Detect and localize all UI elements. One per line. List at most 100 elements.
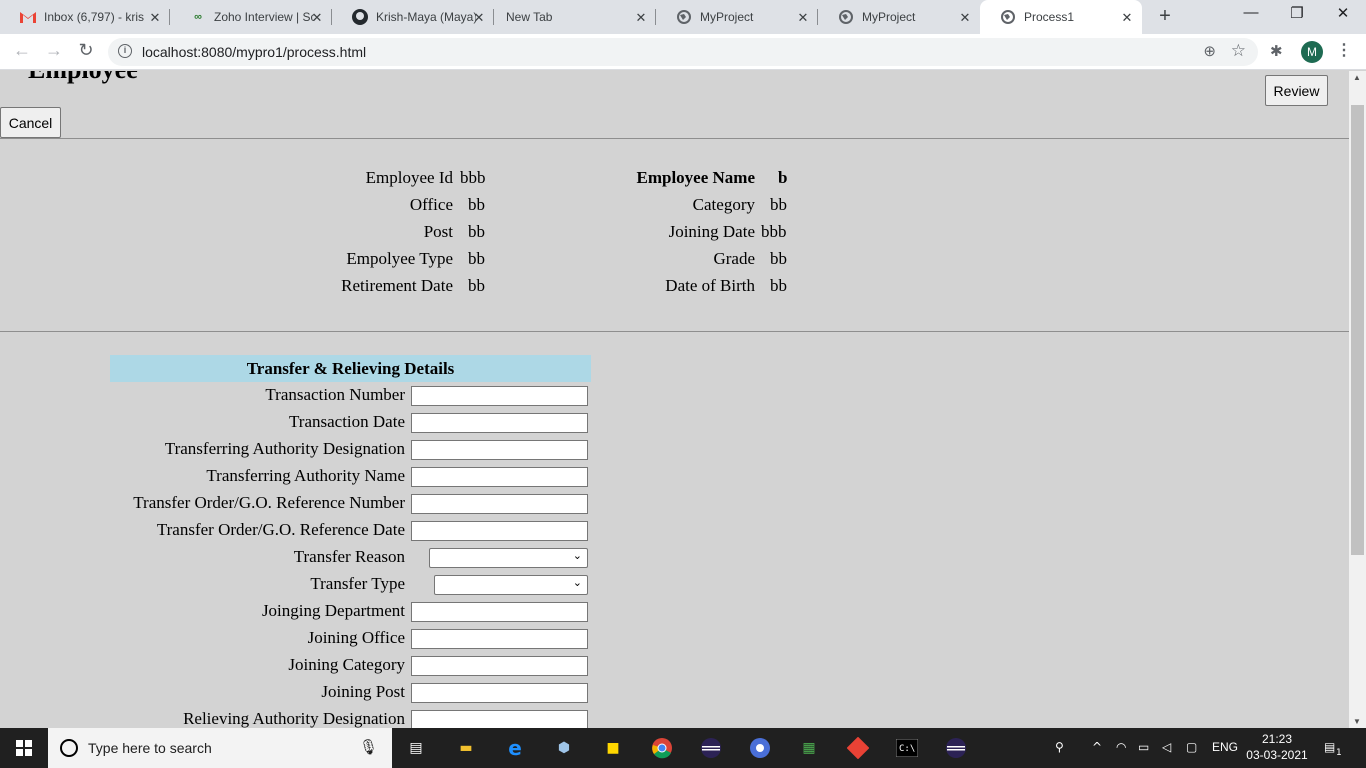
chevron-down-icon: ⌄	[572, 576, 582, 589]
employee-type-value: bb	[468, 249, 485, 268]
relieving-authority-designation-input[interactable]	[411, 710, 588, 728]
review-button[interactable]: Review	[1265, 75, 1328, 106]
page-scrollbar[interactable]: ▲ ▼	[1349, 71, 1366, 728]
transfer-order-reference-date-label: Transfer Order/G.O. Reference Date	[156, 520, 405, 539]
transfer-order-reference-number-input[interactable]	[411, 494, 588, 514]
battery-icon[interactable]: ▭	[1138, 740, 1149, 754]
bookmark-star-icon[interactable]: ☆	[1231, 41, 1246, 61]
transfer-order-reference-date-input[interactable]	[411, 521, 588, 541]
joining-category-label: Joining Category	[288, 655, 405, 674]
zoho-icon: ∞	[194, 11, 202, 23]
close-icon[interactable]: ✕	[148, 10, 162, 26]
scrollbar-thumb[interactable]	[1351, 105, 1364, 555]
chrome-icon[interactable]	[650, 736, 674, 760]
windows-start-icon[interactable]	[12, 736, 36, 760]
window-close-icon[interactable]: ✕	[1328, 4, 1358, 22]
close-icon[interactable]: ✕	[472, 10, 486, 26]
forward-icon[interactable]: →	[42, 40, 66, 61]
browser-tab-strip: Inbox (6,797) - kris ✕ ∞ Zoho Interview …	[0, 0, 1366, 34]
tab-title: Krish-Maya (Maya)	[376, 10, 476, 24]
language-indicator[interactable]: ENG	[1212, 740, 1238, 754]
close-icon[interactable]: ✕	[796, 10, 810, 26]
joining-office-input[interactable]	[411, 629, 588, 649]
transfer-reason-label: Transfer Reason	[293, 547, 405, 566]
menu-kebab-icon[interactable]: ⋮	[1336, 40, 1352, 60]
transfer-type-select[interactable]: ⌄	[434, 575, 588, 595]
search-placeholder: Type here to search	[88, 740, 212, 756]
divider-middle	[0, 331, 1349, 332]
scroll-down-icon[interactable]: ▼	[1353, 717, 1361, 726]
transaction-date-label: Transaction Date	[289, 412, 405, 431]
joining-department-label: Joinging Department	[261, 601, 405, 620]
joining-date-value: bbb	[761, 222, 787, 241]
tab-new-tab[interactable]: New Tab ✕	[494, 0, 656, 34]
cancel-button[interactable]: Cancel	[0, 107, 61, 138]
notification-device-icon[interactable]: ▢	[1186, 740, 1197, 754]
transaction-date-input[interactable]	[411, 413, 588, 433]
transferring-authority-name-input[interactable]	[411, 467, 588, 487]
close-icon[interactable]: ✕	[310, 10, 324, 26]
tab-myproject-2[interactable]: MyProject ✕	[818, 0, 980, 34]
show-hidden-icons-chevron[interactable]: ^	[1092, 740, 1102, 754]
date-of-birth-value: bb	[770, 276, 787, 295]
volume-icon[interactable]: ◁	[1162, 740, 1171, 754]
zoom-icon[interactable]: ⊕	[1203, 42, 1216, 60]
tab-zoho[interactable]: ∞ Zoho Interview | Sc ✕	[170, 0, 332, 34]
sticky-notes-icon[interactable]: ■	[601, 736, 625, 760]
address-bar[interactable]: i localhost:8080/mypro1/process.html ⊕ ☆	[108, 38, 1258, 66]
microphone-icon[interactable]: 🎙	[359, 738, 378, 756]
employee-name-value: b	[778, 168, 788, 187]
eclipse-icon[interactable]	[699, 736, 723, 760]
tab-title: Inbox (6,797) - kris	[44, 10, 144, 24]
virtualbox-icon[interactable]: ⬢	[552, 736, 576, 760]
reload-icon[interactable]: ↻	[74, 40, 98, 61]
spreadsheet-app-icon[interactable]: ▦	[797, 736, 821, 760]
tab-gmail[interactable]: Inbox (6,797) - kris ✕	[0, 0, 170, 34]
close-icon[interactable]: ✕	[634, 10, 648, 26]
transfer-order-reference-number-label: Transfer Order/G.O. Reference Number	[133, 493, 405, 512]
url-text[interactable]: localhost:8080/mypro1/process.html	[142, 44, 366, 60]
profile-avatar[interactable]: M	[1301, 41, 1323, 63]
people-icon[interactable]: ⚲	[1055, 740, 1064, 754]
transferring-authority-designation-input[interactable]	[411, 440, 588, 460]
page-heading-cut-off: Employee	[28, 71, 138, 85]
terminal-icon[interactable]: C:\	[895, 736, 919, 760]
chrome-alt-icon[interactable]	[748, 736, 772, 760]
extensions-puzzle-icon[interactable]: ✱	[1270, 42, 1283, 60]
joining-post-input[interactable]	[411, 683, 588, 703]
globe-icon	[838, 9, 854, 25]
action-center-icon[interactable]: ▤	[1324, 740, 1335, 754]
tab-process1[interactable]: Process1 ✕	[980, 0, 1142, 34]
employee-id-label: Employee Id	[365, 168, 453, 187]
minimize-icon[interactable]: —	[1236, 4, 1266, 21]
taskbar-search-box[interactable]: Type here to search 🎙	[48, 728, 392, 768]
git-icon[interactable]	[846, 736, 870, 760]
info-icon[interactable]: i	[118, 44, 132, 58]
back-icon[interactable]: ←	[10, 40, 34, 61]
wifi-icon[interactable]: ◠	[1116, 740, 1126, 754]
close-icon[interactable]: ✕	[958, 10, 972, 26]
new-tab-icon[interactable]: +	[1153, 5, 1177, 28]
employee-name-label: Employee Name	[636, 168, 755, 187]
transaction-number-input[interactable]	[411, 386, 588, 406]
file-explorer-icon[interactable]: ▬	[454, 736, 478, 760]
task-view-icon[interactable]: ▤	[404, 736, 428, 760]
internet-explorer-icon[interactable]: e	[503, 736, 527, 760]
eclipse-second-icon[interactable]	[944, 736, 968, 760]
joining-department-input[interactable]	[411, 602, 588, 622]
post-value: bb	[468, 222, 485, 241]
system-clock[interactable]: 21:23 03-03-2021	[1244, 731, 1310, 763]
section-header-transfer-relieving: Transfer & Relieving Details	[110, 355, 591, 382]
notification-count-badge: 1	[1336, 748, 1342, 758]
tab-myproject-1[interactable]: MyProject ✕	[656, 0, 818, 34]
close-icon[interactable]: ✕	[1120, 10, 1134, 26]
joining-category-input[interactable]	[411, 656, 588, 676]
restore-icon[interactable]: ❐	[1282, 4, 1312, 22]
retirement-date-value: bb	[468, 276, 485, 295]
tab-github[interactable]: Krish-Maya (Maya) ✕	[332, 0, 494, 34]
relieving-authority-designation-label: Relieving Authority Designation	[183, 709, 405, 728]
grade-value: bb	[770, 249, 787, 268]
joining-post-label: Joining Post	[321, 682, 405, 701]
transfer-reason-select[interactable]: ⌄	[429, 548, 588, 568]
scroll-up-icon[interactable]: ▲	[1353, 73, 1361, 82]
